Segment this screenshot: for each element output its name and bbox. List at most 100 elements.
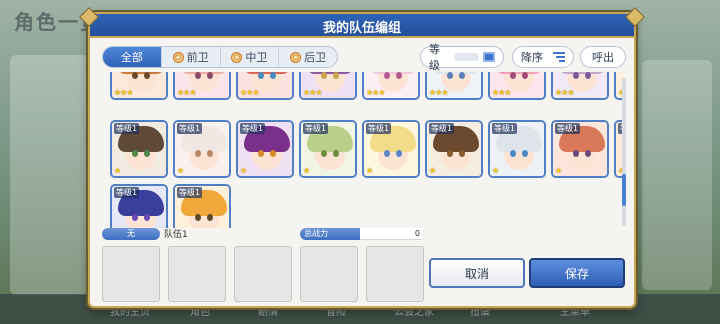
team-slot[interactable] — [102, 246, 160, 302]
portrait-eye — [144, 72, 150, 79]
character-card[interactable]: ★★★ — [362, 72, 420, 100]
star-rating-icon: ★ — [555, 166, 562, 175]
portrait-eye — [447, 72, 453, 79]
star-rating-icon: ★★★ — [177, 88, 196, 97]
portrait-eye — [447, 150, 453, 157]
portrait-eye — [144, 214, 150, 221]
sort-key-field — [454, 53, 480, 61]
filter-tab-label: 全部 — [120, 51, 143, 64]
character-card[interactable]: 等级1 ★ — [236, 120, 294, 178]
portrait-hair — [622, 72, 624, 74]
filter-tab-0[interactable]: 全部 — [103, 47, 162, 67]
character-card[interactable]: ★★★ — [425, 72, 483, 100]
sort-lines-icon — [553, 52, 565, 62]
portrait-eye — [510, 150, 516, 157]
portrait-eye — [132, 72, 138, 79]
portrait-hair — [496, 72, 542, 74]
middle-position-icon: ○ — [231, 51, 243, 63]
total-power-label: 总战力 — [300, 228, 360, 240]
filter-tab-2[interactable]: ○ 中卫 — [221, 47, 280, 67]
sort-order-label: 降序 — [521, 51, 543, 64]
star-rating-icon: ★★★ — [366, 88, 385, 97]
scrollbar-thumb[interactable] — [622, 174, 626, 206]
star-rating-icon: ★ — [303, 166, 310, 175]
portrait-eye — [132, 214, 138, 221]
portrait-hair — [433, 72, 479, 74]
team-slot[interactable] — [168, 246, 226, 302]
character-card[interactable]: ★★★ — [551, 72, 609, 100]
team-name: 队伍1 — [164, 230, 188, 240]
team-slot[interactable] — [300, 246, 358, 302]
filter-tab-label: 后卫 — [304, 51, 327, 64]
character-level-label: 等级1 — [114, 123, 140, 134]
character-card[interactable]: ★★★ — [236, 72, 294, 100]
star-rating-icon: ★★★ — [492, 88, 511, 97]
portrait-eye — [321, 72, 327, 79]
character-level-label: 等级1 — [492, 123, 518, 134]
character-card[interactable]: 等级1 ★ — [299, 120, 357, 178]
save-button[interactable]: 保存 — [529, 258, 625, 288]
team-info-row: 无 队伍1 总战力 0 — [102, 228, 422, 242]
character-level-label: 等级1 — [429, 123, 455, 134]
character-card[interactable]: 等级1★ — [173, 120, 231, 178]
portrait-eye — [585, 150, 591, 157]
character-card[interactable]: 等级1★ — [488, 120, 546, 178]
portrait-eye — [207, 150, 213, 157]
character-level-label: 等级1 — [240, 123, 266, 134]
portrait-eye — [258, 150, 264, 157]
star-rating-icon: ★ — [240, 166, 247, 175]
portrait-eye — [396, 72, 402, 79]
team-slot[interactable] — [234, 246, 292, 302]
portrait-eye — [459, 150, 465, 157]
party-edit-dialog: 我的队伍编组 全部 ○ 前卫 ○ 中卫 ○ 后卫 等级 降序 呼出 ★★★ ★★★ ★★★ ★★★… — [79, 7, 645, 308]
character-card[interactable]: 等级1★ — [362, 120, 420, 178]
filter-tab-label: 中卫 — [245, 51, 268, 64]
character-card[interactable]: 等级1 ★ — [551, 120, 609, 178]
character-card[interactable]: 等级1★ — [425, 120, 483, 178]
portrait-hair — [118, 72, 164, 74]
character-card[interactable]: ★★★ — [299, 72, 357, 100]
sort-key-label: 等级 — [429, 43, 440, 72]
portrait-eye — [333, 150, 339, 157]
portrait-eye — [384, 150, 390, 157]
team-slot[interactable] — [366, 246, 424, 302]
star-rating-icon: ★★★ — [555, 88, 574, 97]
portrait-eye — [522, 150, 528, 157]
character-level-label: 等级1 — [177, 187, 203, 198]
portrait-eye — [573, 150, 579, 157]
filter-tab-1[interactable]: ○ 前卫 — [162, 47, 221, 67]
character-card[interactable]: 等级1★ — [173, 184, 231, 228]
character-level-label: 等级1 — [555, 123, 581, 134]
filter-tab-3[interactable]: ○ 后卫 — [279, 47, 337, 67]
background-panel-left — [10, 55, 90, 295]
portrait-eye — [195, 72, 201, 79]
portrait-eye — [270, 72, 276, 79]
character-grid: ★★★★★★★★★★★★★★★★★★★★★★★★★★★等级1★等级1★等级1★等… — [102, 72, 624, 228]
portrait-eye — [396, 150, 402, 157]
portrait-eye — [333, 72, 339, 79]
summon-button[interactable]: 呼出 — [580, 46, 626, 68]
character-card[interactable]: 等级1★ — [110, 120, 168, 178]
sort-order-button[interactable]: 降序 — [512, 46, 574, 68]
portrait-eye — [585, 72, 591, 79]
portrait-eye — [144, 150, 150, 157]
filter-bar: 全部 ○ 前卫 ○ 中卫 ○ 后卫 等级 降序 呼出 — [102, 43, 626, 72]
character-level-label: 等级1 — [303, 123, 329, 134]
character-card[interactable]: ★★★ — [173, 72, 231, 100]
character-grid-scrollbar[interactable] — [622, 78, 626, 226]
portrait-hair — [244, 72, 290, 74]
dialog-title: 我的队伍编组 — [322, 21, 401, 36]
cancel-button[interactable]: 取消 — [429, 258, 525, 288]
portrait-eye — [510, 72, 516, 79]
portrait-eye — [321, 150, 327, 157]
character-level-label: 等级1 — [114, 187, 140, 198]
character-level-label: 等级1 — [177, 123, 203, 134]
character-card[interactable]: ★★★ — [110, 72, 168, 100]
portrait-eye — [573, 72, 579, 79]
character-card[interactable]: 等级1★ — [110, 184, 168, 228]
portrait-hair — [370, 72, 416, 74]
position-filter-group: 全部 ○ 前卫 ○ 中卫 ○ 后卫 — [102, 46, 338, 68]
character-card[interactable]: ★★★ — [488, 72, 546, 100]
sort-key-dropdown[interactable]: 等级 — [420, 43, 504, 72]
back-position-icon: ○ — [290, 51, 302, 63]
